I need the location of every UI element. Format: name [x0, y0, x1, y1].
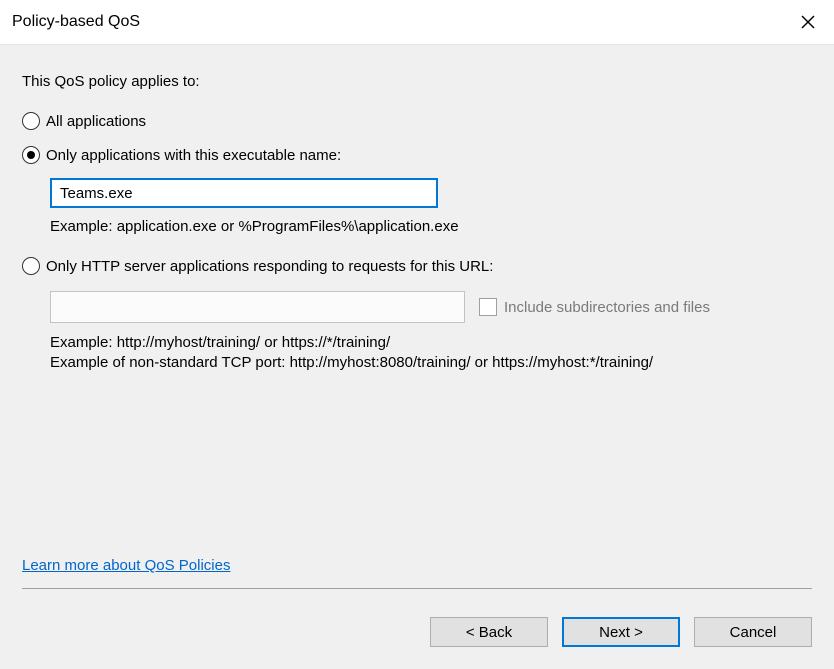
- radio-icon: [22, 257, 40, 275]
- radio-selected-dot: [27, 151, 35, 159]
- button-bar: < Back Next > Cancel: [0, 599, 834, 669]
- include-subdirs-label: Include subdirectories and files: [504, 299, 710, 316]
- executable-example-text: Example: application.exe or %ProgramFile…: [50, 218, 812, 235]
- include-subdirs-checkbox: Include subdirectories and files: [479, 298, 710, 316]
- radio-executable-name[interactable]: Only applications with this executable n…: [22, 146, 812, 164]
- learn-more-row: Learn more about QoS Policies: [22, 557, 812, 574]
- learn-more-link[interactable]: Learn more about QoS Policies: [22, 557, 230, 574]
- http-examples: Example: http://myhost/training/ or http…: [50, 333, 812, 374]
- close-icon: [800, 14, 816, 30]
- radio-all-applications[interactable]: All applications: [22, 112, 812, 130]
- window-title: Policy-based QoS: [12, 13, 140, 31]
- cancel-button[interactable]: Cancel: [694, 617, 812, 647]
- executable-section: Example: application.exe or %ProgramFile…: [50, 172, 812, 235]
- http-example-1: Example: http://myhost/training/ or http…: [50, 333, 812, 353]
- radio-exe-label: Only applications with this executable n…: [46, 147, 341, 164]
- content-area: This QoS policy applies to: All applicat…: [0, 44, 834, 599]
- http-url-input: [50, 291, 465, 323]
- executable-name-input[interactable]: [50, 178, 438, 208]
- radio-icon: [22, 112, 40, 130]
- radio-all-label: All applications: [46, 113, 146, 130]
- http-example-2: Example of non-standard TCP port: http:/…: [50, 353, 812, 373]
- qos-policy-wizard-window: Policy-based QoS This QoS policy applies…: [0, 0, 834, 669]
- checkbox-icon: [479, 298, 497, 316]
- separator: [22, 588, 812, 589]
- radio-http-label: Only HTTP server applications responding…: [46, 258, 493, 275]
- next-button[interactable]: Next >: [562, 617, 680, 647]
- titlebar: Policy-based QoS: [0, 0, 834, 44]
- back-button[interactable]: < Back: [430, 617, 548, 647]
- close-button[interactable]: [794, 8, 822, 36]
- applies-to-heading: This QoS policy applies to:: [22, 73, 812, 90]
- http-section: Include subdirectories and files Example…: [50, 283, 812, 374]
- radio-icon: [22, 146, 40, 164]
- radio-http-url[interactable]: Only HTTP server applications responding…: [22, 257, 812, 275]
